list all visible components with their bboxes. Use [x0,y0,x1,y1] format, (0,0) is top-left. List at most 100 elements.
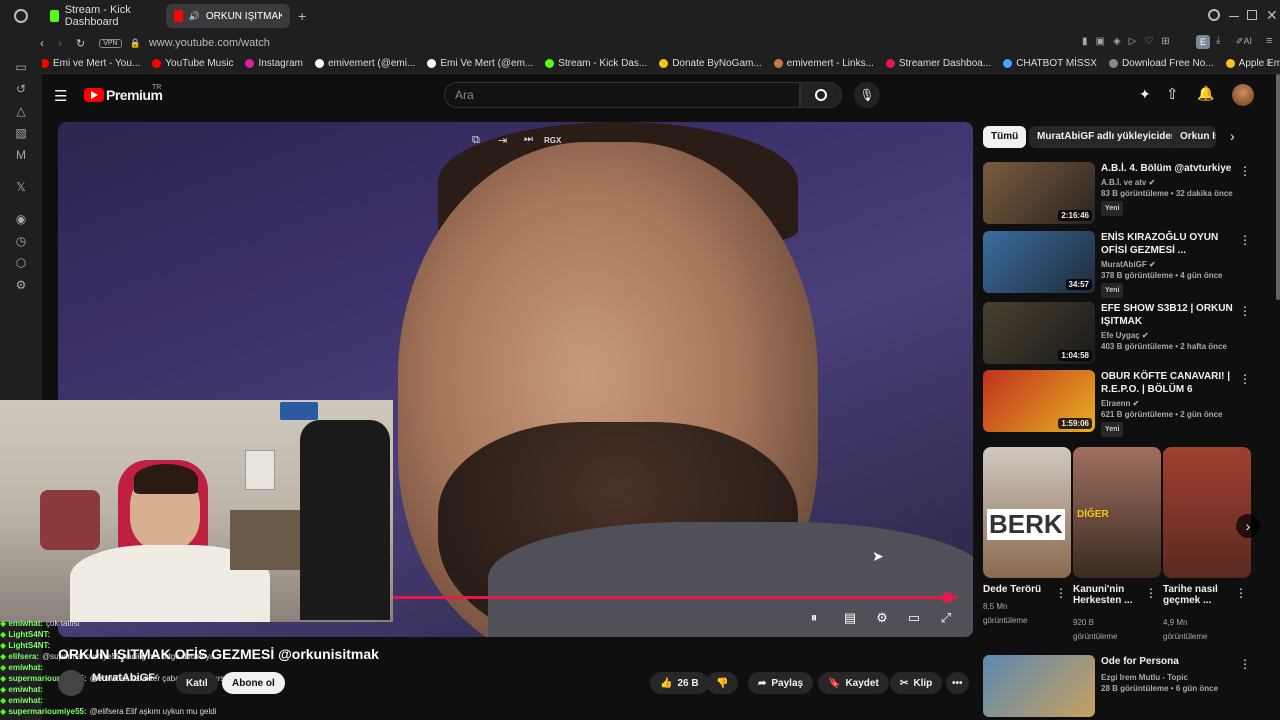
subtitles-icon[interactable]: ▤ [840,608,860,628]
chips-next-icon[interactable]: › [1230,128,1235,144]
recommendation-item[interactable]: Ode for Persona Ezgi Irem Mutlu - Topic … [983,655,1251,717]
shorts-next-button[interactable]: › [1236,514,1260,538]
rec-title[interactable]: Ode for Persona [1101,655,1241,668]
skip-icon[interactable]: ⏭ [524,134,533,145]
channel-name[interactable]: MuratAbiGF [92,672,155,684]
progress-knob[interactable] [942,592,953,603]
bookmark-item[interactable]: Download Free No... [1108,58,1214,69]
rec-channel[interactable]: A.B.İ. ve atv ✔ [1101,177,1241,188]
video-thumbnail[interactable]: 2:16:46 [983,162,1095,224]
browser-more-icon[interactable]: ≡ [1266,35,1272,47]
upload-icon[interactable]: ⇧ [1166,85,1179,103]
sidebar-history-icon[interactable]: ↺ [14,82,28,96]
close-icon[interactable]: ✕ [1266,7,1278,24]
bookmark-item[interactable]: Instagram [245,58,303,69]
bookmark-item[interactable]: emivemert (@emi... [314,58,415,69]
back-icon[interactable]: ‹ [40,36,44,50]
more-vert-icon[interactable]: ⋮ [1235,586,1247,600]
video-thumbnail[interactable]: 1:04:58 [983,302,1095,364]
video-thumbnail[interactable]: 34:57 [983,231,1095,293]
avatar[interactable] [1232,84,1254,106]
browser-menu-icon[interactable] [14,9,28,23]
gemini-icon[interactable]: ✦ [1139,86,1151,103]
bookmarks-more-icon[interactable]: » [1266,57,1272,68]
more-actions-button[interactable]: ••• [946,672,969,694]
speaker-icon[interactable]: 🔊 [189,11,200,22]
bookmark-item[interactable]: Stream - Kick Das... [545,58,647,69]
rec-title[interactable]: A.B.İ. 4. Bölüm @atvturkiye [1101,162,1241,175]
sidebar-news-icon[interactable]: ▭ [14,60,28,74]
recommendation-item[interactable]: 34:57 ENİS KIRAZOĞLU OYUN OFİSİ GEZMESİ … [983,231,1251,298]
sidebar-circle-icon[interactable]: ◉ [14,212,28,226]
new-tab-button[interactable]: + [298,8,306,24]
sidebar-settings-icon[interactable]: ⚙ [14,278,28,292]
search-button[interactable] [800,82,842,108]
theater-icon[interactable]: ▭ [904,608,924,628]
download-icon[interactable]: ⤓ [1216,35,1220,46]
rec-title[interactable]: ENİS KIRAZOĞLU OYUN OFİSİ GEZMESİ ... [1101,231,1241,257]
sidebar-aria-icon[interactable]: △ [14,104,28,118]
notifications-icon[interactable]: 🔔 [1197,85,1214,102]
short-thumbnail[interactable] [1163,447,1251,578]
more-vert-icon[interactable]: ⋮ [1239,233,1251,247]
pip-icon[interactable]: ⧉ [472,134,480,147]
bookmark-item[interactable]: emivemert - Links... [773,58,874,69]
window-search-icon[interactable] [1208,9,1220,21]
popout-icon[interactable]: ⇥ [498,134,507,147]
recommendation-item[interactable]: 1:59:06 OBUR KÖFTE CANAVARI! | R.E.P.O. … [983,370,1251,437]
short-title[interactable]: Kanuni'nin Herkesten ... [1073,584,1145,606]
short-thumbnail[interactable]: DİĞER [1073,447,1161,578]
hamburger-icon[interactable]: ☰ [54,87,67,105]
more-vert-icon[interactable]: ⋮ [1055,586,1067,600]
tab-youtube-video[interactable]: 🔊 ORKUN IŞITMAK OFİS [166,4,290,28]
sidebar-m-icon[interactable]: M [14,148,28,162]
share-button[interactable]: ➦ Paylaş [748,672,814,694]
search-input[interactable]: Ara [444,82,800,108]
rec-channel[interactable]: Elraenn ✔ [1101,398,1241,409]
bookmark-item[interactable]: YouTube Music [152,58,233,69]
tab-kick-dashboard[interactable]: Stream - Kick Dashboard [42,4,162,28]
more-vert-icon[interactable]: ⋮ [1239,304,1251,318]
progress-bar[interactable] [393,596,958,599]
rec-channel[interactable]: Efe Uygaç ✔ [1101,330,1241,341]
short-title[interactable]: Tarihe nasıl geçmek ... [1163,584,1235,606]
short-thumbnail[interactable]: BERK [983,447,1071,578]
recommendation-item[interactable]: 2:16:46 A.B.İ. 4. Bölüm @atvturkiye A.B.… [983,162,1251,224]
page-scrollbar[interactable] [1276,74,1280,300]
settings-icon[interactable]: ⚙ [872,608,892,628]
fullscreen-icon[interactable]: ⤢ [936,608,956,628]
extensions-icons[interactable]: ▮▣◈▷♡⊞ [1082,36,1178,47]
bookmark-item[interactable]: Emi ve Mert - You... [40,58,140,69]
chip-all[interactable]: Tümü [983,126,1027,148]
rec-title[interactable]: OBUR KÖFTE CANAVARI! | R.E.P.O. | BÖLÜM … [1101,370,1241,396]
more-vert-icon[interactable]: ⋮ [1239,164,1251,178]
clip-button[interactable]: ✂ Klip [890,672,943,694]
bookmark-item[interactable]: Donate ByNoGam... [659,58,762,69]
subscribe-button[interactable]: Abone ol [222,672,285,694]
sidebar-x-icon[interactable]: 𝕏 [14,180,28,194]
profile-chip[interactable]: E [1196,35,1210,49]
rec-channel[interactable]: Ezgi Irem Mutlu - Topic [1101,672,1241,683]
sidebar-puzzle-icon[interactable]: ⬡ [14,256,28,270]
bookmark-item[interactable]: CHATBOT MİSSX [1003,58,1097,69]
reload-icon[interactable]: ↻ [76,37,85,50]
chip-uploader[interactable]: MuratAbiGF adlı yükleyiciden [1029,126,1186,148]
more-vert-icon[interactable]: ⋮ [1145,586,1157,600]
more-vert-icon[interactable]: ⋮ [1239,657,1251,671]
pause-icon[interactable]: ⏸ [804,608,824,628]
ai-icon[interactable]: ✐AI [1236,36,1252,47]
rgx-label[interactable]: RGX [544,136,561,145]
vpn-badge[interactable]: VPN [99,38,122,48]
video-thumbnail[interactable]: 1:59:06 [983,370,1095,432]
chip-orkun[interactable]: Orkun Iş [1172,126,1216,148]
bookmark-item[interactable]: Emi Ve Mert (@em... [427,58,533,69]
more-vert-icon[interactable]: ⋮ [1239,372,1251,386]
maximize-icon[interactable] [1247,10,1257,20]
sidebar-clock-icon[interactable]: ◷ [14,234,28,248]
video-thumbnail[interactable] [983,655,1095,717]
recommendation-item[interactable]: 1:04:58 EFE SHOW S3B12 | ORKUN IŞITMAK E… [983,302,1251,364]
channel-avatar[interactable] [58,670,84,696]
short-title[interactable]: Dede Terörü [983,584,1055,595]
dislike-button[interactable]: 👎 [706,672,739,694]
mic-button[interactable]: 🎙 [854,82,880,108]
